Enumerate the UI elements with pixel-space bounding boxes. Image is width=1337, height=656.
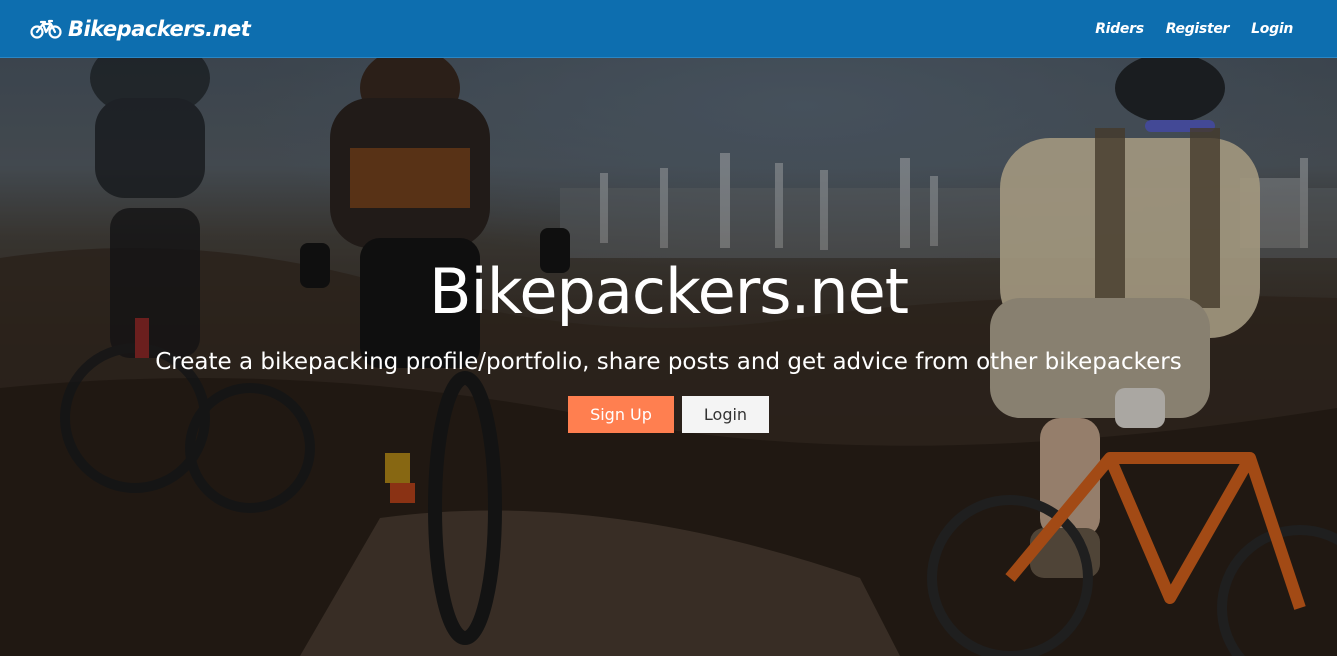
nav-link-riders[interactable]: Riders — [1095, 21, 1144, 37]
nav-link-login[interactable]: Login — [1251, 21, 1293, 37]
bicycle-icon — [30, 19, 62, 39]
hero-content: Bikepackers.net Create a bikepacking pro… — [0, 58, 1337, 656]
hero-tagline: Create a bikepacking profile/portfolio, … — [155, 349, 1182, 375]
hero-buttons: Sign Up Login — [568, 396, 769, 433]
brand-logo-link[interactable]: Bikepackers.net — [30, 16, 251, 41]
nav-links: Riders Register Login — [1095, 21, 1307, 37]
navbar: Bikepackers.net Riders Register Login — [0, 0, 1337, 58]
brand-label: Bikepackers.net — [68, 16, 251, 41]
signup-button[interactable]: Sign Up — [568, 396, 674, 433]
login-button[interactable]: Login — [682, 396, 769, 433]
hero-title: Bikepackers.net — [428, 255, 909, 328]
hero-section: Bikepackers.net Create a bikepacking pro… — [0, 58, 1337, 656]
nav-link-register[interactable]: Register — [1166, 21, 1230, 37]
